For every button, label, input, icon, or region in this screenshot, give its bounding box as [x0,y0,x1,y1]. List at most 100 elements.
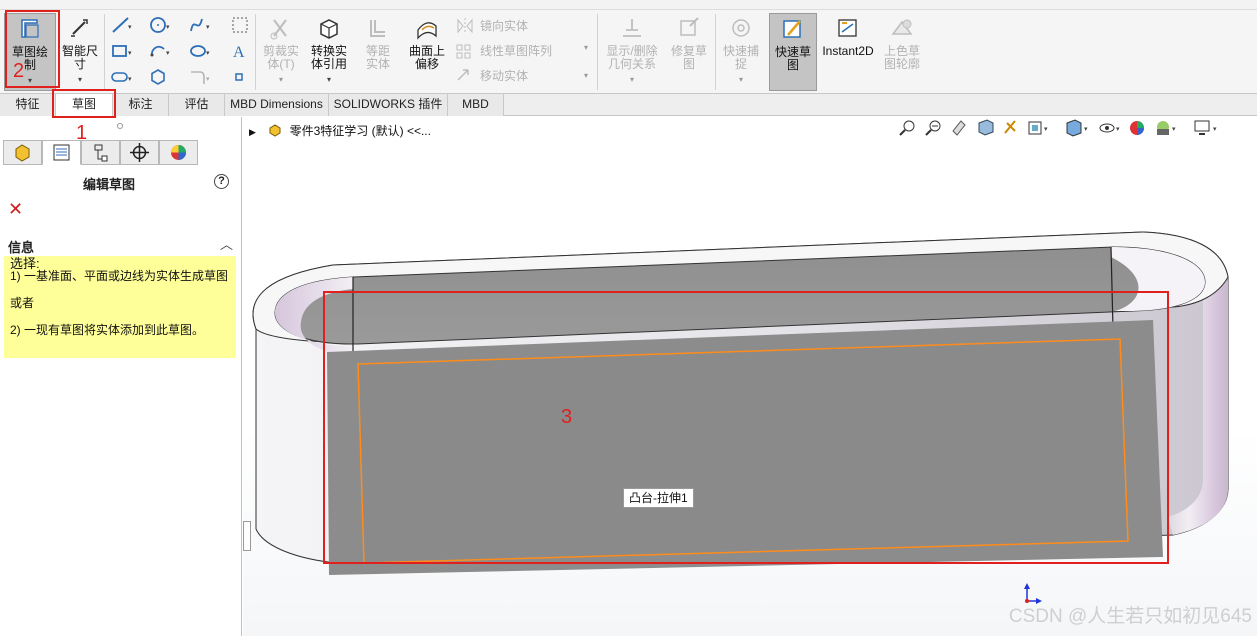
tab-mbd[interactable]: MBD [448,94,504,116]
pattern-dropdown-icon: ▾ [584,43,589,52]
offset-icon [370,20,385,37]
command-manager-ribbon: 草图绘制 ▾ 智能尺寸 ▾ ▾ ▾ ▾ ▾ ▾ ▾ A ▾ ▾ 剪裁实体(T) … [0,10,1257,94]
quick-snaps-icon [732,19,750,37]
tab-features[interactable]: 特征 [0,94,56,116]
repair-sketch-label: 修复草图 [670,44,707,71]
relations-icon [623,19,641,37]
point-icon[interactable] [230,67,252,87]
convert-entities-label: 转换实体引用 [310,44,347,71]
svg-text:▾: ▾ [128,24,132,31]
panel-splitter-handle[interactable] [117,123,123,129]
smart-dimension-icon [71,19,88,37]
property-manager-panel: 编辑草图 ? ✕ 信息 ︿ 选择: 1) 一基准面、平面或边线为实体生成草图 或… [0,117,242,636]
panel-collapse-handle[interactable] [243,521,251,551]
instant2d-label: Instant2D [822,44,874,58]
convert-entities-button[interactable]: 转换实体引用 ▾ [306,13,352,91]
relations-dropdown-icon: ▾ [629,75,634,84]
shaded-sketch-contours-button[interactable]: 上色草图轮廓 [878,13,926,91]
help-icon[interactable]: ? [214,174,229,189]
linear-pattern-item[interactable]: 线性草图阵列 [480,41,552,61]
display-delete-relations-button[interactable]: 显示/删除几何关系 ▾ [601,13,663,91]
annotation-box-sketch-tab [52,89,116,118]
dimxpert-tab[interactable] [120,140,159,165]
offset-entities-button[interactable]: 等距实体 [356,13,400,91]
annotation-box-face [323,291,1169,564]
quick-snaps-dropdown-icon: ▾ [738,75,743,84]
repair-sketch-icon [680,17,699,36]
slot-icon[interactable]: ▾ [110,67,132,87]
crosshair-icon [130,143,149,162]
repair-sketch-button[interactable]: 修复草图 [666,13,712,91]
move-entities-icon [457,69,469,81]
convert-entities-icon [320,19,338,39]
smart-dimension-dropdown-icon[interactable]: ▾ [58,73,102,86]
smart-dimension-label: 智能尺寸 [61,44,98,71]
trim-label: 剪裁实体(T) [262,44,299,71]
info-line: 2) 一现有草图将实体添加到此草图。 [10,323,205,337]
quick-snaps-label: 快速捕捉 [722,44,759,71]
info-line: 1) 一基准面、平面或边线为实体生成草图 [10,269,229,283]
offset-on-surface-button[interactable]: 曲面上偏移 [404,13,450,91]
spline-icon[interactable]: ▾ [188,15,210,35]
tab-evaluate[interactable]: 评估 [169,94,225,116]
svg-text:▾: ▾ [128,76,132,83]
offset-on-surface-label: 曲面上偏移 [408,44,445,71]
instant2d-icon [838,19,857,37]
chevron-up-icon[interactable]: ︿ [220,234,233,253]
rapid-sketch-icon [783,20,801,38]
part-icon [15,144,30,162]
svg-text:▾: ▾ [206,50,210,57]
tab-markup[interactable]: 标注 [113,94,169,116]
info-section-header[interactable]: 信息 [8,237,34,256]
instant2d-button[interactable]: Instant2D [821,13,875,91]
annotation-label-2: 2 [13,60,25,82]
svg-text:▾: ▾ [128,50,132,57]
rapid-sketch-label: 快速草图 [774,45,811,72]
mirror-entities-item[interactable]: 镜向实体 [480,16,528,36]
move-dropdown-icon: ▾ [584,71,589,80]
offset-on-surface-icon [417,22,437,40]
configuration-icon [94,144,108,162]
svg-text:▾: ▾ [206,24,210,31]
move-entities-item[interactable]: 移动实体 [480,66,528,86]
ribbon-separator [715,14,716,90]
construction-geometry-icon[interactable] [230,15,252,35]
svg-text:A: A [233,44,245,61]
annotation-label-3: 3 [561,406,573,428]
svg-text:▾: ▾ [166,50,170,57]
trim-entities-button[interactable]: 剪裁实体(T) ▾ [258,13,304,91]
command-tabs: 特征 草图 标注 评估 MBD Dimensions SOLIDWORKS 插件… [0,94,1257,116]
ribbon-separator [597,14,598,90]
appearance-sphere-icon [171,145,186,160]
close-icon[interactable]: ✕ [8,199,23,220]
ribbon-separator [255,14,256,90]
annotation-label-1: 1 [76,122,88,144]
arc-icon[interactable]: ▾ [148,41,170,61]
offset-label: 等距实体 [365,44,390,71]
trim-icon [270,19,287,40]
linear-pattern-icon [456,44,471,59]
tab-solidworks-addins[interactable]: SOLIDWORKS 插件 [329,94,448,116]
quick-snaps-button[interactable]: 快速捕捉 ▾ [718,13,764,91]
rectangle-icon[interactable]: ▾ [110,41,132,61]
line-icon[interactable]: ▾ [110,15,132,35]
text-icon[interactable]: A [230,41,252,61]
rapid-sketch-button[interactable]: 快速草图 [769,13,817,91]
tab-mbd-dimensions[interactable]: MBD Dimensions [225,94,329,116]
smart-dimension-button[interactable]: 智能尺寸 ▾ [58,13,102,91]
property-list-icon [53,144,70,161]
display-manager-tab[interactable] [159,140,198,165]
edit-sketch-title: 编辑草图 [82,177,135,192]
mirror-icon [457,18,473,34]
svg-text:▾: ▾ [206,76,210,83]
fillet-icon: ▾ [191,71,210,84]
trim-dropdown-icon: ▾ [278,75,283,84]
info-line: 或者 [10,296,35,310]
convert-dropdown-icon[interactable]: ▾ [306,73,352,86]
shaded-sketch-icon [891,19,913,35]
circle-icon[interactable]: ▾ [148,15,170,35]
ellipse-icon[interactable]: ▾ [188,41,210,61]
polygon-icon[interactable] [148,67,170,87]
featuremanager-tab[interactable] [3,140,42,165]
svg-text:▾: ▾ [166,24,170,31]
